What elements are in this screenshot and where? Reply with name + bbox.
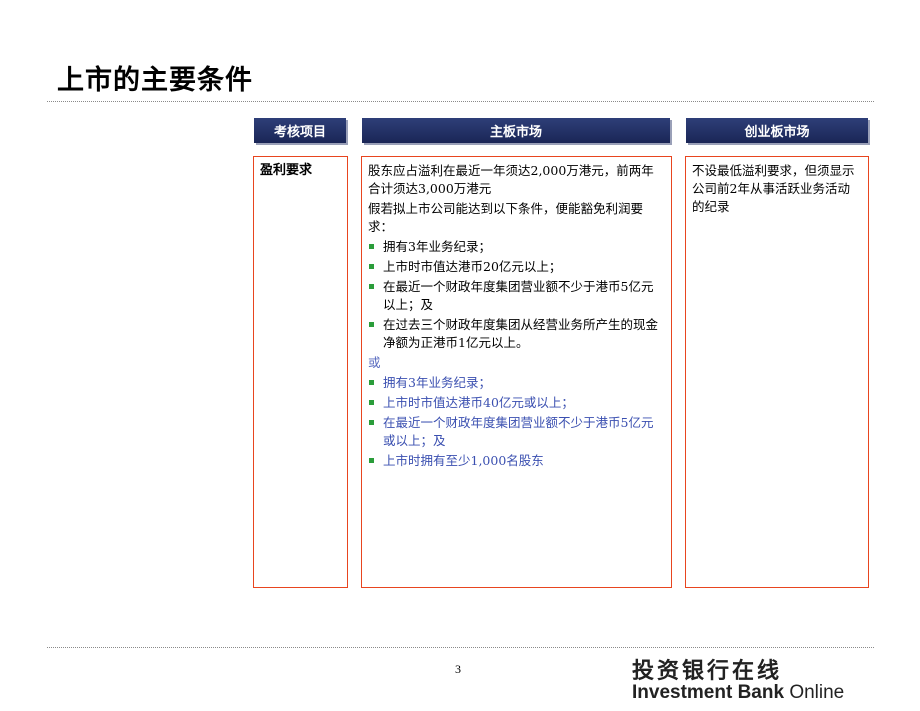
main-board-exemption: 假若拟上市公司能达到以下条件，便能豁免利润要求： [368,201,644,234]
list-item: 在过去三个财政年度集团从经营业务所产生的现金净额为正港币1亿元以上。 [368,316,665,352]
list-item: 上市时市值达港币40亿元或以上； [368,394,665,412]
gem-text: 不设最低溢利要求，但须显示公司前2年从事活跃业务活动的纪录 [692,163,855,214]
bullet-icon [369,400,374,405]
bullet-icon [369,264,374,269]
header-criteria: 考核项目 [254,118,346,143]
bottom-divider [47,647,874,648]
bullet-icon [369,380,374,385]
list-item: 上市时拥有至少1,000名股东 [368,452,665,470]
bullet-icon [369,458,374,463]
main-board-intro: 股东应占溢利在最近一年须达2,000万港元，前两年合计须达3,000万港元 [368,163,654,196]
option-a-list: 拥有3年业务纪录； 上市时市值达港币20亿元以上； 在最近一个财政年度集团营业额… [368,238,665,352]
main-board-panel: 股东应占溢利在最近一年须达2,000万港元，前两年合计须达3,000万港元 假若… [361,156,672,588]
list-item: 上市时市值达港币20亿元以上； [368,258,665,276]
list-item: 在最近一个财政年度集团营业额不少于港币5亿元或以上；及 [368,414,665,450]
list-item: 拥有3年业务纪录； [368,374,665,392]
bullet-icon [369,284,374,289]
top-divider [47,101,874,102]
header-main-board: 主板市场 [362,118,670,143]
criteria-panel: 盈利要求 [253,156,348,588]
bullet-icon [369,322,374,327]
logo-en-text: Investment Bank Online [632,682,844,704]
bullet-icon [369,244,374,249]
option-b-list: 拥有3年业务纪录； 上市时市值达港币40亿元或以上； 在最近一个财政年度集团营业… [368,374,665,470]
page-number: 3 [455,662,461,676]
logo-en-light: Online [789,682,845,703]
page-title: 上市的主要条件 [57,65,253,96]
logo-cn-text: 投资银行在线 [632,659,783,684]
logo-en-bold: Investment Bank [632,682,785,703]
bullet-icon [369,420,374,425]
list-item: 在最近一个财政年度集团营业额不少于港币5亿元以上；及 [368,278,665,314]
or-label: 或 [368,355,381,370]
gem-panel: 不设最低溢利要求，但须显示公司前2年从事活跃业务活动的纪录 [685,156,869,588]
list-item: 拥有3年业务纪录； [368,238,665,256]
criteria-label: 盈利要求 [260,163,313,178]
header-gem: 创业板市场 [686,118,868,143]
